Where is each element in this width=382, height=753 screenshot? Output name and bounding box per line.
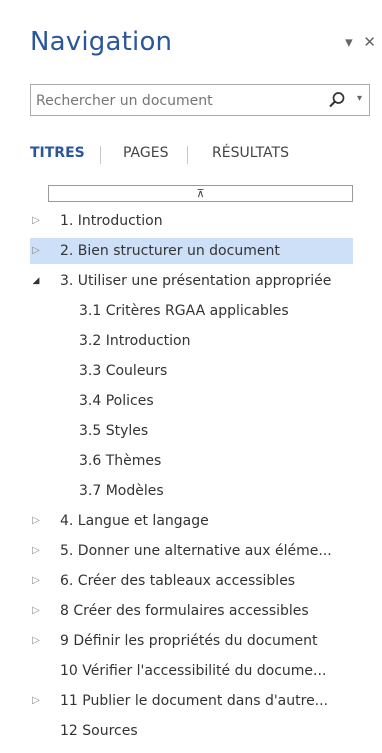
collapsed-triangle-icon[interactable]: ▷	[30, 628, 42, 654]
heading-item[interactable]: 12 Sources	[30, 718, 370, 744]
pane-options-icon[interactable]: ▾	[345, 33, 353, 51]
subheading-item[interactable]: 3.1 Critères RGAA applicables	[48, 298, 370, 324]
search-icon[interactable]	[327, 90, 347, 110]
heading-item[interactable]: ▷ 8 Créer des formulaires accessibles	[30, 598, 370, 624]
search-input[interactable]	[34, 85, 308, 117]
tab-resultats[interactable]: RÉSULTATS	[212, 145, 289, 161]
heading-label: 2. Bien structurer un document	[60, 243, 280, 259]
collapsed-triangle-icon[interactable]: ▷	[30, 208, 42, 234]
search-box: ▾	[30, 84, 370, 117]
collapsed-triangle-icon[interactable]: ▷	[30, 238, 42, 264]
subheading-item[interactable]: 3.5 Styles	[48, 418, 370, 444]
heading-item[interactable]: ▷ 4. Langue et langage	[30, 508, 370, 534]
heading-label: 12 Sources	[60, 723, 138, 739]
heading-label: 3.5 Styles	[79, 423, 149, 439]
tab-titres[interactable]: TITRES	[30, 145, 85, 161]
tab-divider	[187, 146, 188, 164]
heading-label: 3.2 Introduction	[79, 333, 191, 349]
heading-item[interactable]: ▷ 6. Créer des tableaux accessibles	[30, 568, 370, 594]
heading-item[interactable]: ▷ 9 Définir les propriétés du document	[30, 628, 370, 654]
heading-label: 3. Utiliser une présentation appropriée	[60, 273, 332, 289]
subheading-item[interactable]: 3.2 Introduction	[48, 328, 370, 354]
tab-pages[interactable]: PAGES	[123, 145, 168, 161]
collapsed-triangle-icon[interactable]: ▷	[30, 568, 42, 594]
heading-label: 11 Publier le document dans d'autre...	[60, 693, 329, 709]
heading-label: 3.6 Thèmes	[79, 453, 162, 469]
heading-label: 4. Langue et langage	[60, 513, 209, 529]
heading-label: 10 Vérifier l'accessibilité du docume...	[60, 663, 327, 679]
pane-title: Navigation	[30, 27, 173, 57]
collapsed-triangle-icon[interactable]: ▷	[30, 538, 42, 564]
expanded-triangle-icon[interactable]: ◢	[30, 268, 42, 294]
subheading-item[interactable]: 3.4 Polices	[48, 388, 370, 414]
collapsed-triangle-icon[interactable]: ▷	[30, 688, 42, 714]
subheading-item[interactable]: 3.3 Couleurs	[48, 358, 370, 384]
close-icon[interactable]: ✕	[363, 33, 376, 51]
heading-label: 6. Créer des tableaux accessibles	[60, 573, 296, 589]
heading-label: 3.1 Critères RGAA applicables	[79, 303, 289, 319]
heading-item[interactable]: 10 Vérifier l'accessibilité du docume...	[30, 658, 370, 684]
heading-item[interactable]: ▷ 11 Publier le document dans d'autre...	[30, 688, 370, 714]
heading-label: 3.7 Modèles	[79, 483, 164, 499]
search-options-dropdown-icon[interactable]: ▾	[357, 93, 362, 104]
collapsed-triangle-icon[interactable]: ▷	[30, 508, 42, 534]
navigation-pane: Navigation ▾ ✕ ▾ TITRES PAGES RÉSULTATS …	[0, 0, 382, 753]
subheading-item[interactable]: 3.7 Modèles	[48, 478, 370, 504]
heading-label: 8 Créer des formulaires accessibles	[60, 603, 309, 619]
heading-item[interactable]: ◢ 3. Utiliser une présentation appropriée	[30, 268, 370, 294]
heading-item[interactable]: ▷ 1. Introduction	[30, 208, 370, 234]
heading-label: 1. Introduction	[60, 213, 163, 229]
subheading-item[interactable]: 3.6 Thèmes	[48, 448, 370, 474]
heading-item[interactable]: ▷ 2. Bien structurer un document	[30, 238, 353, 264]
heading-label: 9 Définir les propriétés du document	[60, 633, 318, 649]
tab-divider	[100, 146, 101, 164]
heading-label: 5. Donner une alternative aux éléme...	[60, 543, 332, 559]
collapsed-triangle-icon[interactable]: ▷	[30, 598, 42, 624]
heading-item[interactable]: ▷ 5. Donner une alternative aux éléme...	[30, 538, 370, 564]
collapse-all-icon: ⊼	[196, 187, 205, 200]
pane-controls: ▾ ✕	[339, 33, 376, 51]
collapse-all-button[interactable]: ⊼	[48, 185, 353, 202]
heading-label: 3.4 Polices	[79, 393, 154, 409]
heading-label: 3.3 Couleurs	[79, 363, 168, 379]
